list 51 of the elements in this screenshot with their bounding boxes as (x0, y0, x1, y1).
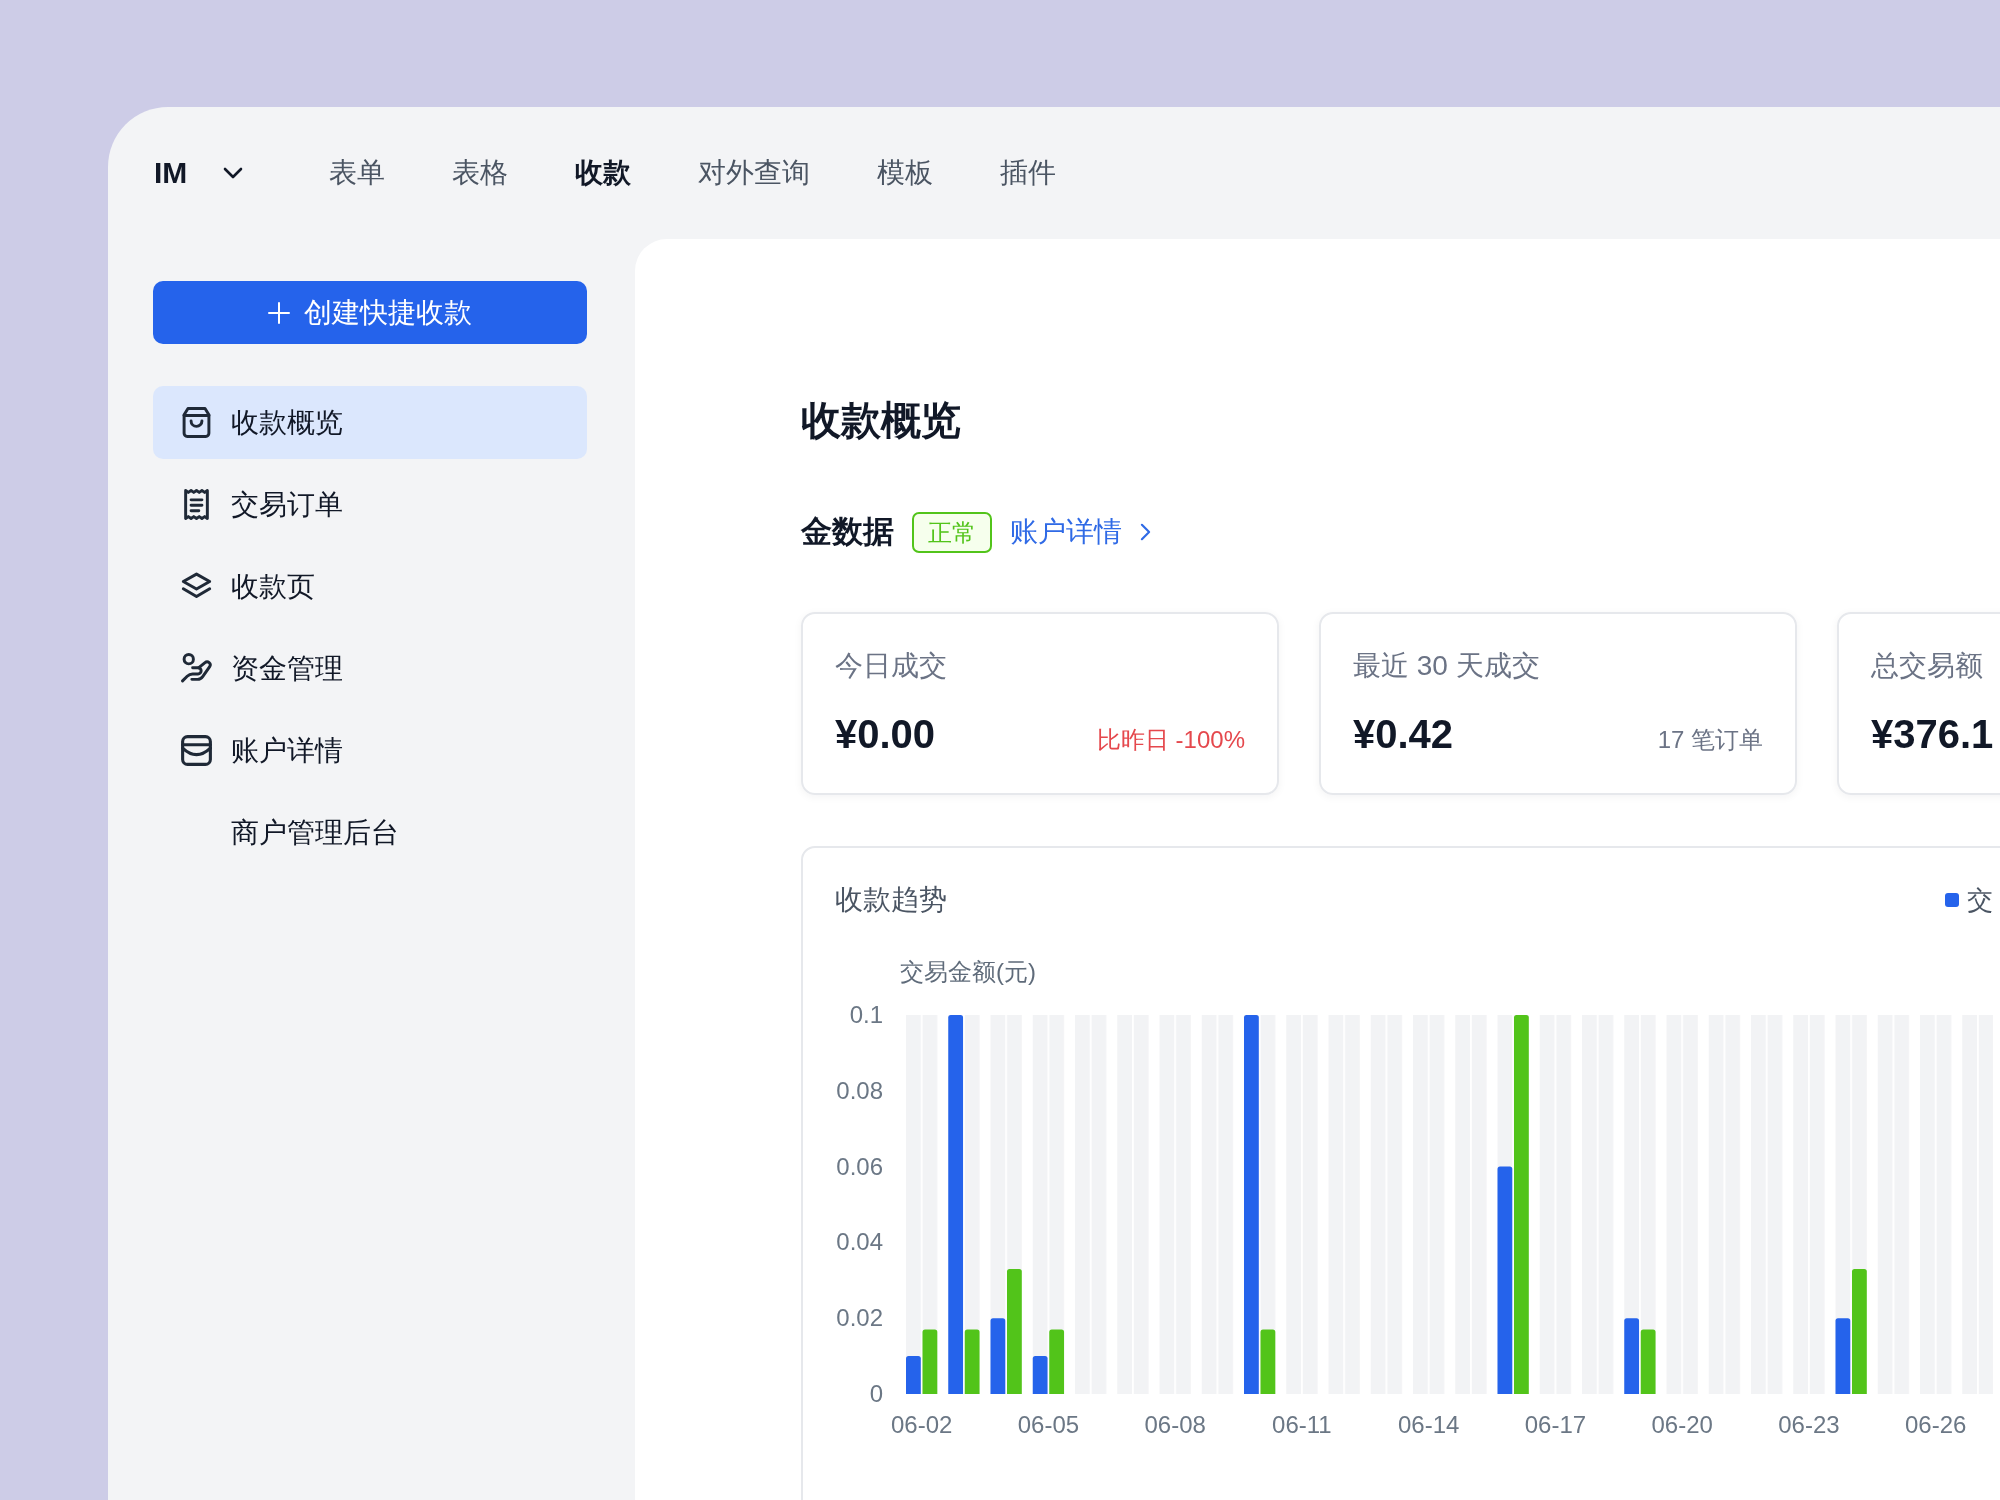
x-tick-label: 06-11 (1272, 1411, 1332, 1438)
nav-tab[interactable]: 插件 (1000, 154, 1057, 192)
stat-value: ¥0.00 (835, 711, 936, 758)
stat-label: 今日成交 (835, 649, 948, 683)
sidebar-item[interactable]: 账户详情 (153, 714, 587, 787)
stat-label: 最近 30 天成交 (1353, 649, 1541, 683)
axis-title: 交易金额(元) (900, 958, 1036, 985)
x-tick-label: 06-05 (1017, 1411, 1080, 1438)
sidebar-item[interactable]: 收款页 (153, 550, 587, 623)
shopping-bag-icon (181, 407, 212, 438)
nav-tab[interactable]: 表单 (329, 154, 386, 192)
page-title: 收款概览 (801, 397, 961, 444)
stat-value: ¥376.1 (1871, 711, 1994, 758)
stat-label: 总交易额 (1871, 649, 1984, 683)
y-tick-label: 0.08 (836, 1076, 883, 1104)
x-tick-label: 06-02 (890, 1411, 953, 1438)
x-tick-label: 06-17 (1524, 1411, 1587, 1438)
x-tick-label: 06-26 (1904, 1411, 1967, 1438)
x-tick-label: 06-08 (1144, 1411, 1206, 1438)
x-tick-label: 06-23 (1778, 1411, 1840, 1438)
y-tick-label: 0 (869, 1380, 883, 1407)
y-tick-label: 0.1 (849, 1001, 883, 1028)
stat-value: ¥0.42 (1353, 711, 1454, 758)
receipt-icon (181, 489, 212, 520)
sidebar-item[interactable]: 商户管理后台 (153, 796, 587, 869)
status-tag: 正常 (912, 511, 992, 553)
y-tick-label: 0.04 (836, 1228, 883, 1256)
nav-tab[interactable]: 对外查询 (698, 154, 811, 192)
create-payment-button[interactable]: 创建快捷收款 (153, 281, 587, 344)
sidebar-item[interactable]: 交易订单 (153, 468, 587, 541)
account-name: 金数据 (801, 513, 894, 551)
legend-label: 交 (1967, 884, 1993, 917)
chevron-right-icon (1140, 523, 1151, 541)
chart-title: 收款趋势 (835, 883, 947, 917)
nav-tab[interactable]: 模板 (877, 154, 934, 192)
nav-tab[interactable]: 表格 (452, 154, 509, 192)
stat-note: 比昨日 -100% (1096, 725, 1245, 755)
stat-note: 17 笔订单 (1657, 725, 1763, 755)
sidebar-item[interactable]: 资金管理 (153, 632, 587, 705)
hand-coin-icon (181, 653, 212, 684)
account-details-link[interactable]: 账户详情 (1010, 513, 1151, 551)
y-tick-label: 0.06 (836, 1152, 883, 1180)
plus-icon (268, 301, 290, 324)
sidebar-item[interactable]: 收款概览 (153, 386, 587, 459)
x-tick-label: 06-14 (1397, 1411, 1460, 1438)
workspace-switcher[interactable]: IM (154, 153, 244, 193)
envelope-icon (181, 735, 212, 766)
x-tick-label: 06-20 (1651, 1411, 1713, 1438)
y-tick-label: 0.02 (836, 1304, 883, 1332)
nav-tab[interactable]: 收款 (575, 154, 632, 192)
chevron-down-icon (223, 167, 244, 179)
